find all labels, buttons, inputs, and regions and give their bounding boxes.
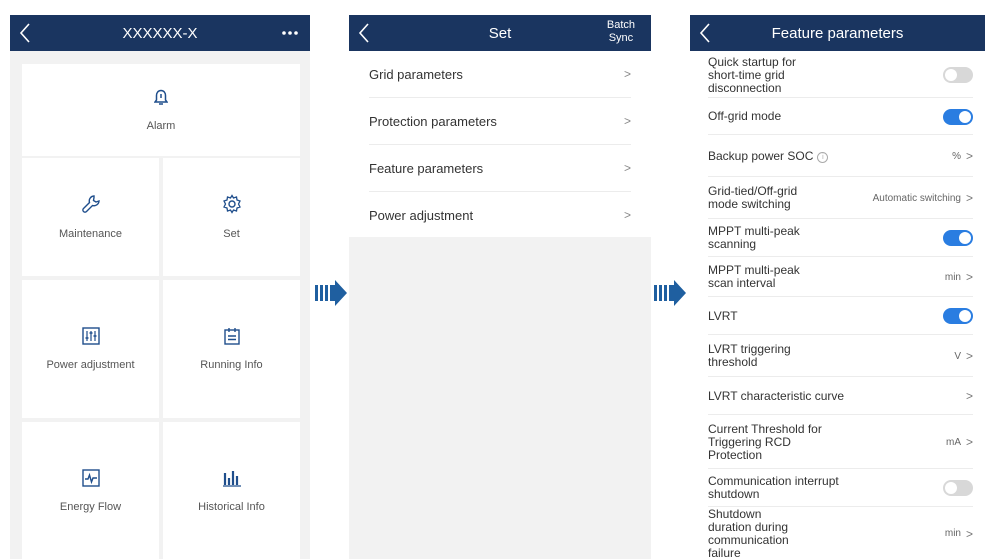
batch-sync-button[interactable]: Batch Sync xyxy=(607,19,635,45)
tile-label: Power adjustment xyxy=(46,359,135,371)
param-value: min xyxy=(944,528,961,539)
item-label: Feature parameters xyxy=(369,160,484,176)
chevron-right-icon: > xyxy=(965,349,973,363)
chevron-right-icon: > xyxy=(965,435,973,449)
tile-label: Running Info xyxy=(200,359,263,371)
param-label: LVRT xyxy=(708,308,738,323)
sliders-icon xyxy=(81,327,100,345)
settings-item-feature[interactable]: Feature parameters > xyxy=(369,145,631,192)
tile-label: Historical Info xyxy=(198,500,265,513)
header-bar: XXXXXX-X xyxy=(10,15,310,51)
chevron-right-icon: > xyxy=(623,208,631,222)
flow-arrow-icon xyxy=(654,280,686,306)
tile-energy-flow[interactable]: Energy Flow xyxy=(22,422,159,559)
device-title: XXXXXX-X xyxy=(122,24,198,42)
tile-alarm[interactable]: Alarm xyxy=(22,64,300,156)
toggle-switch[interactable] xyxy=(943,480,973,496)
toggle-switch[interactable] xyxy=(943,308,973,324)
page-title: Set xyxy=(488,24,512,42)
param-value: mA xyxy=(945,436,961,448)
chevron-right-icon: > xyxy=(623,114,631,128)
param-label: Current Threshold for Triggering RCD Pro… xyxy=(708,421,822,462)
param-backup-power-soc[interactable]: Backup power SOC i % > xyxy=(708,136,973,177)
header-bar: Feature parameters xyxy=(690,15,985,51)
param-comm-interrupt[interactable]: Communication interrupt shutdown xyxy=(708,470,973,507)
param-grid-switching[interactable]: Grid-tied/Off-grid mode switching Automa… xyxy=(708,178,973,219)
settings-item-power[interactable]: Power adjustment > xyxy=(369,192,631,238)
gear-icon xyxy=(222,194,241,214)
wrench-icon xyxy=(81,195,100,213)
tile-label: Set xyxy=(223,228,240,240)
param-value: % xyxy=(952,150,961,162)
param-label: MPPT multi-peak scan interval xyxy=(708,263,800,290)
param-shutdown-duration[interactable]: Shutdown duration during communication f… xyxy=(708,506,973,559)
batch-sync-label: Sync xyxy=(608,32,634,44)
param-lvrt-threshold[interactable]: LVRT triggering threshold V > xyxy=(708,336,973,377)
back-arrow-icon[interactable] xyxy=(19,22,31,44)
param-lvrt-curve[interactable]: LVRT characteristic curve > xyxy=(708,378,973,415)
tile-maintenance[interactable]: Maintenance xyxy=(22,158,159,276)
tile-historical-info[interactable]: Historical Info xyxy=(163,422,300,559)
param-off-grid-mode[interactable]: Off-grid mode xyxy=(708,99,973,135)
bar-chart-icon xyxy=(222,470,241,487)
chevron-right-icon: > xyxy=(965,389,973,403)
chevron-right-icon: > xyxy=(623,67,631,81)
param-lvrt[interactable]: LVRT xyxy=(708,298,973,335)
param-label: Grid-tied/Off-grid mode switching xyxy=(708,184,798,211)
batch-sync-label: Batch xyxy=(606,19,635,31)
more-dots-icon[interactable] xyxy=(280,25,300,41)
bell-icon xyxy=(154,89,168,105)
param-label: MPPT multi-peak scanning xyxy=(708,224,800,251)
param-label: Communication interrupt shutdown xyxy=(708,474,839,501)
chevron-right-icon: > xyxy=(965,526,973,541)
param-mppt-scanning[interactable]: MPPT multi-peak scanning xyxy=(708,220,973,257)
tile-set[interactable]: Set xyxy=(163,158,300,276)
chevron-right-icon: > xyxy=(965,149,973,163)
param-value: min xyxy=(944,271,961,283)
param-label: LVRT triggering threshold xyxy=(708,342,791,369)
calendar-icon xyxy=(223,328,240,345)
settings-item-grid[interactable]: Grid parameters > xyxy=(369,51,631,98)
home-screen: XXXXXX-X Alarm Maintenance Set Power adj… xyxy=(10,15,310,559)
page-title: Feature parameters xyxy=(771,24,904,42)
tile-label: Maintenance xyxy=(59,228,122,240)
tile-power-adjustment[interactable]: Power adjustment xyxy=(22,280,159,418)
item-label: Grid parameters xyxy=(369,66,463,82)
pulse-icon xyxy=(81,468,100,487)
param-label: Off-grid mode xyxy=(708,109,782,123)
item-label: Power adjustment xyxy=(369,207,474,223)
param-label: Quick startup for short-time grid discon… xyxy=(708,54,797,95)
param-value: Automatic switching xyxy=(872,192,961,204)
tile-running-info[interactable]: Running Info xyxy=(163,280,300,418)
feature-parameters-screen: Feature parameters Quick startup for sho… xyxy=(690,15,985,559)
chevron-right-icon: > xyxy=(965,191,973,205)
back-arrow-icon[interactable] xyxy=(699,22,711,44)
param-label: Backup power SOC xyxy=(708,148,814,163)
param-rcd-threshold[interactable]: Current Threshold for Triggering RCD Pro… xyxy=(708,416,973,469)
tile-label: Energy Flow xyxy=(59,500,122,513)
param-label: Shutdown duration during communication f… xyxy=(708,506,789,559)
settings-list: Grid parameters > Protection parameters > … xyxy=(349,51,651,237)
toggle-switch[interactable] xyxy=(943,108,973,125)
header-bar: Set Batch Sync xyxy=(349,15,651,51)
toggle-switch[interactable] xyxy=(943,67,973,83)
param-value: V xyxy=(954,350,961,362)
param-quick-startup[interactable]: Quick startup for short-time grid discon… xyxy=(708,53,973,98)
tile-label: Alarm xyxy=(146,119,176,132)
param-mppt-interval[interactable]: MPPT multi-peak scan interval min > xyxy=(708,258,973,297)
settings-item-protection[interactable]: Protection parameters > xyxy=(369,98,631,145)
info-icon[interactable]: i xyxy=(817,151,829,163)
toggle-switch[interactable] xyxy=(943,230,973,246)
back-arrow-icon[interactable] xyxy=(358,22,370,44)
flow-arrow-icon xyxy=(315,280,347,306)
chevron-right-icon: > xyxy=(965,270,973,284)
item-label: Protection parameters xyxy=(369,113,497,129)
param-label: LVRT characteristic curve xyxy=(708,388,845,403)
set-screen: Set Batch Sync Grid parameters > Protecti… xyxy=(349,15,651,559)
chevron-right-icon: > xyxy=(623,161,631,175)
